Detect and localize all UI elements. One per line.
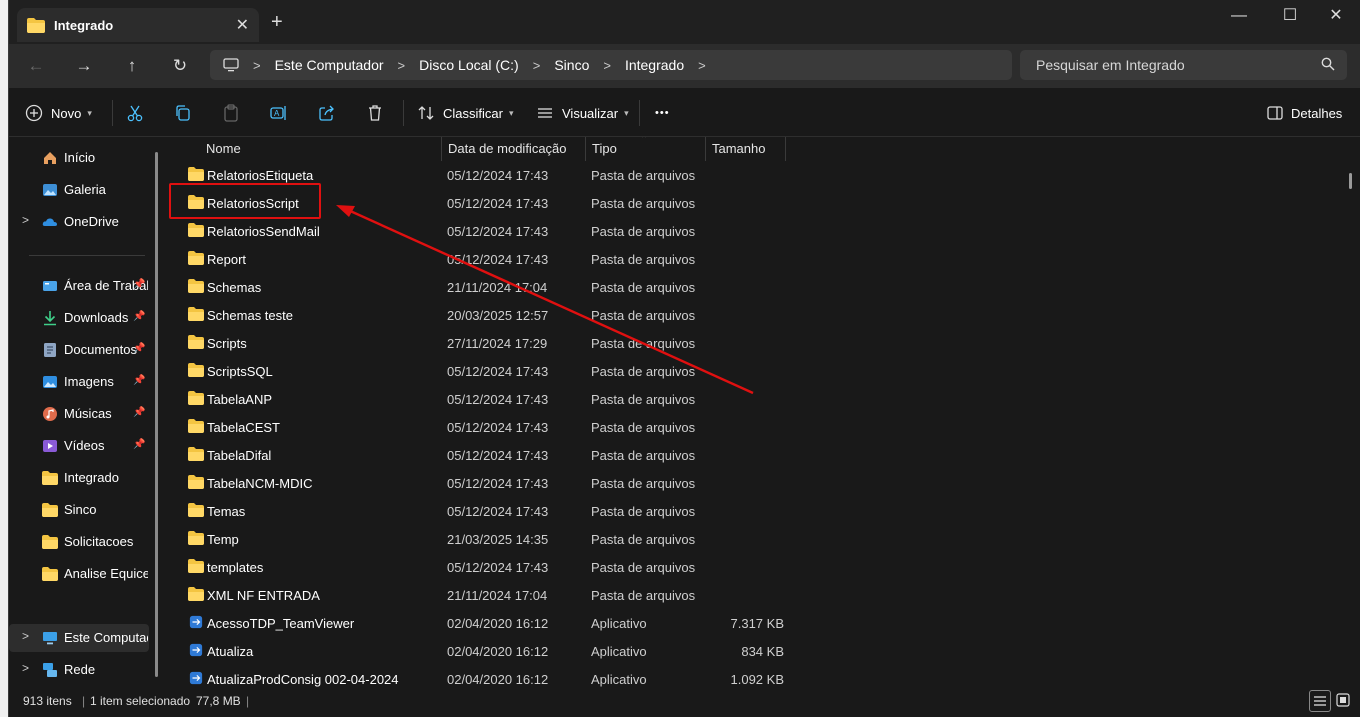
annotation-arrow-overlay bbox=[336, 205, 754, 395]
annotation-arrow-shaft bbox=[347, 208, 754, 395]
annotation-arrow-head bbox=[336, 205, 355, 217]
